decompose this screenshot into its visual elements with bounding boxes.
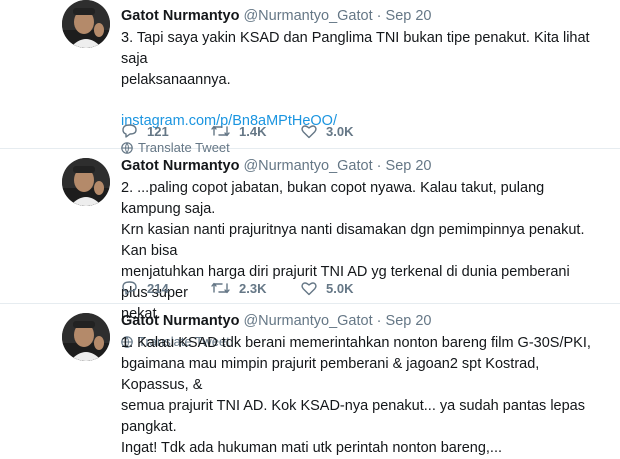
tweet-header: Gatot Nurmantyo @Nurmantyo_Gatot · Sep 2… [121, 156, 600, 176]
tweet-text: 1. Kalau KSAD tdk berani memerintahkan n… [121, 333, 600, 459]
author-handle[interactable]: @Nurmantyo_Gatot [243, 8, 372, 24]
author-name[interactable]: Gatot Nurmantyo [121, 8, 239, 24]
tweet-header: Gatot Nurmantyo @Nurmantyo_Gatot · Sep 2… [121, 311, 600, 331]
author-handle[interactable]: @Nurmantyo_Gatot [243, 313, 372, 329]
tweet-actions: 121 1.4K 3.0K [121, 123, 391, 139]
tweet-text-line: 2. ...paling copot jabatan, bukan copot … [121, 180, 545, 217]
tweet-text-line: Krn kasian nanti prajuritnya nanti disam… [121, 222, 585, 259]
separator-dot: · [376, 313, 382, 329]
tweet[interactable]: Gatot Nurmantyo @Nurmantyo_Gatot · Sep 2… [0, 303, 620, 456]
tweet-date[interactable]: Sep 20 [386, 8, 432, 24]
avatar-photo [62, 313, 110, 361]
tweet[interactable]: Gatot Nurmantyo @Nurmantyo_Gatot · Sep 2… [0, 148, 620, 349]
like-icon [301, 281, 317, 295]
reply-count: 214 [147, 280, 169, 296]
tweet-date[interactable]: Sep 20 [386, 158, 432, 174]
tweet-text-line: semua prajurit TNI AD. Kok KSAD-nya pena… [121, 398, 585, 435]
retweet-button[interactable]: 1.4K [211, 124, 301, 139]
avatar[interactable] [62, 313, 110, 361]
tweet-text-line: pelaksanaannya. [121, 72, 231, 88]
reply-icon [122, 124, 137, 138]
like-icon [301, 124, 317, 138]
tweet[interactable]: Gatot Nurmantyo @Nurmantyo_Gatot · Sep 2… [0, 0, 620, 155]
reply-icon [122, 281, 137, 295]
tweet-text-line: bgaimana mau mimpin prajurit pemberani &… [121, 356, 540, 393]
tweet-text-line: Ingat! Tdk ada hukuman mati utk perintah… [121, 440, 503, 456]
retweet-icon [211, 125, 230, 137]
like-button[interactable]: 5.0K [301, 281, 391, 296]
author-name[interactable]: Gatot Nurmantyo [121, 313, 239, 329]
avatar-photo [62, 158, 110, 206]
tweet-date[interactable]: Sep 20 [386, 313, 432, 329]
tweet-header: Gatot Nurmantyo @Nurmantyo_Gatot · Sep 2… [121, 6, 600, 26]
author-handle[interactable]: @Nurmantyo_Gatot [243, 158, 372, 174]
reply-button[interactable]: 214 [121, 280, 211, 296]
tweet-text-line: 3. Tapi saya yakin KSAD dan Panglima TNI… [121, 30, 590, 67]
tweet-actions: 214 2.3K 5.0K [121, 280, 391, 296]
retweet-button[interactable]: 2.3K [211, 281, 301, 296]
retweet-count: 1.4K [239, 123, 267, 139]
avatar[interactable] [62, 0, 110, 48]
like-button[interactable]: 3.0K [301, 124, 391, 139]
reply-count: 121 [147, 123, 169, 139]
tweet-feed: Gatot Nurmantyo @Nurmantyo_Gatot · Sep 2… [0, 0, 620, 456]
retweet-icon [211, 282, 230, 294]
author-name[interactable]: Gatot Nurmantyo [121, 158, 239, 174]
avatar[interactable] [62, 158, 110, 206]
separator-dot: · [376, 158, 382, 174]
tweet-text-line: 1. Kalau KSAD tdk berani memerintahkan n… [121, 335, 591, 351]
retweet-count: 2.3K [239, 280, 267, 296]
like-count: 3.0K [326, 123, 354, 139]
avatar-photo [62, 0, 110, 48]
like-count: 5.0K [326, 280, 354, 296]
reply-button[interactable]: 121 [121, 123, 211, 139]
separator-dot: · [376, 8, 382, 24]
tweet-text: 3. Tapi saya yakin KSAD dan Panglima TNI… [121, 28, 600, 91]
